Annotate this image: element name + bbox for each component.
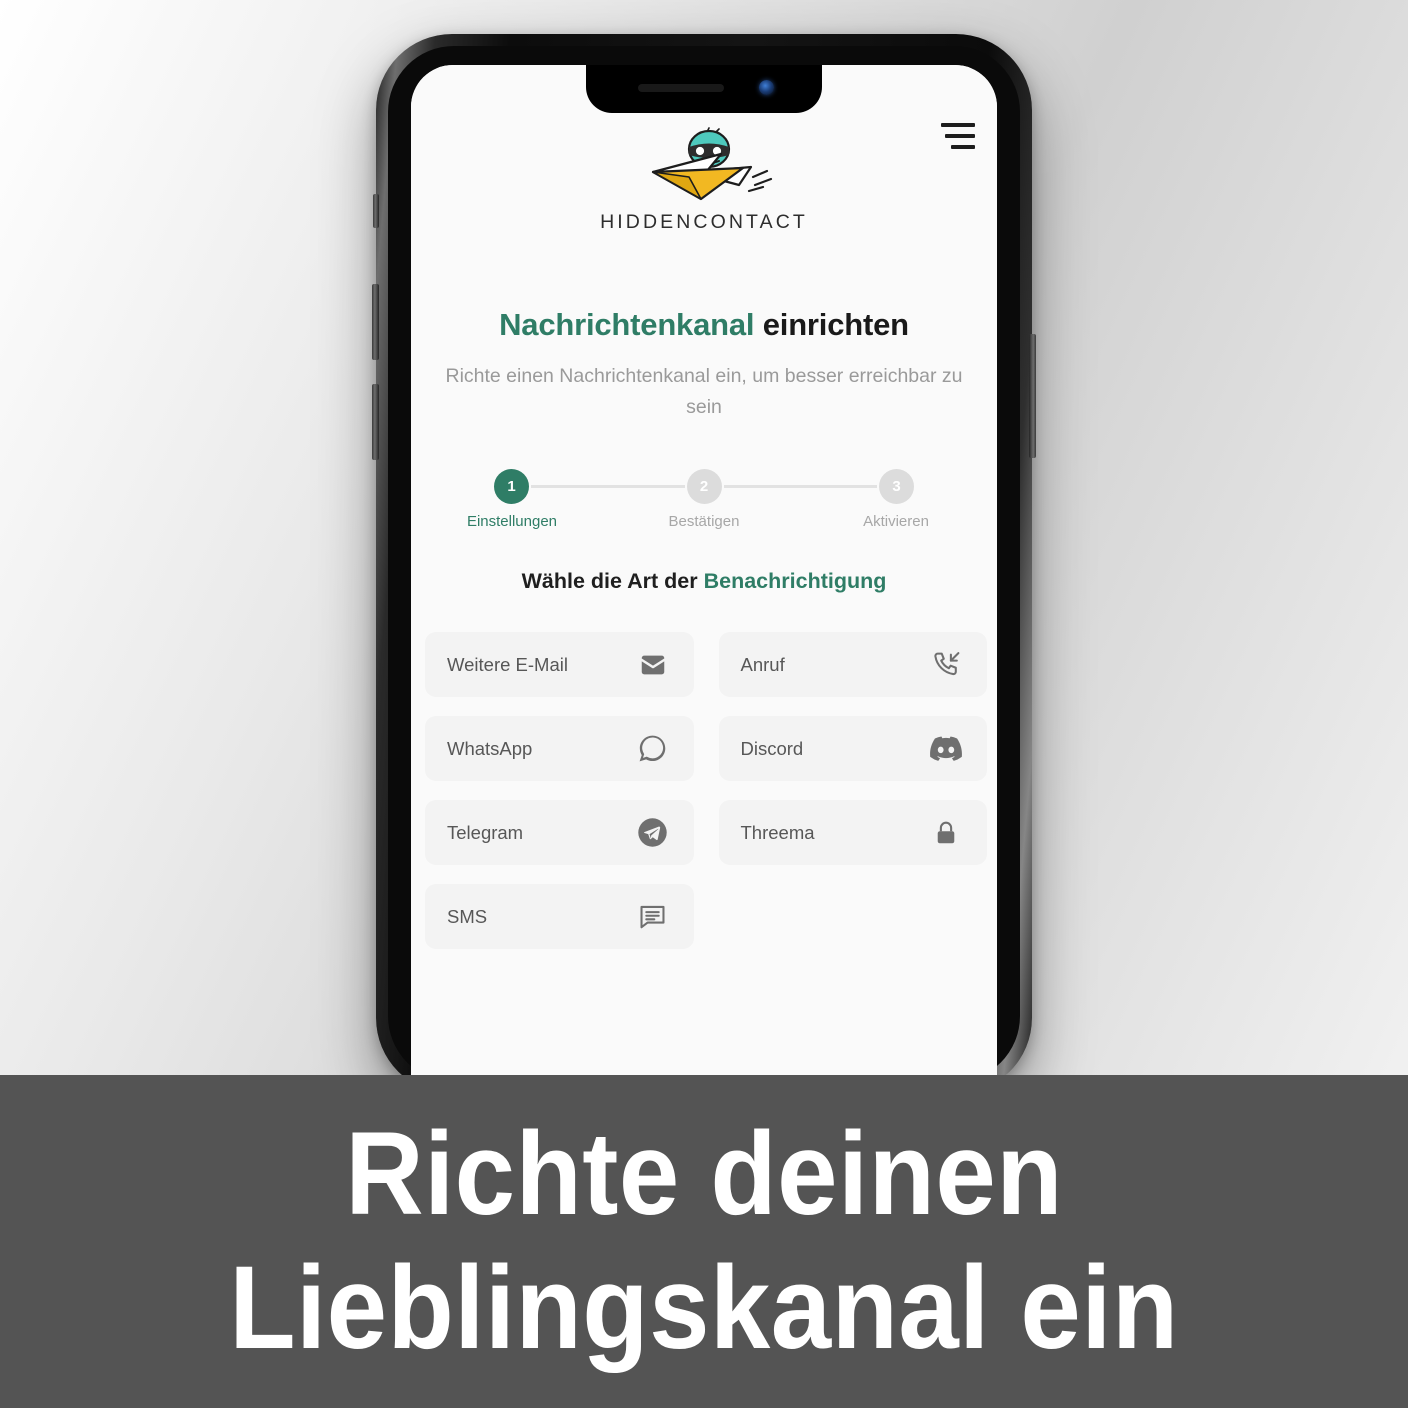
option-whatsapp[interactable]: WhatsApp [425,716,694,782]
page-title-accent: Nachrichtenkanal [499,307,755,342]
option-discord[interactable]: Discord [718,716,987,782]
stepper-track: 1 2 3 [494,469,914,505]
option-label: Telegram [447,821,524,843]
option-sms[interactable]: SMS [425,884,694,950]
brand-wordmark: HIDDENCONTACT [600,211,808,233]
stepper-connector-2 [723,485,877,489]
stepper-label-3: Aktivieren [863,513,929,531]
page-subtitle: Richte einen Nachrichtenkanal ein, um be… [445,364,963,418]
section-heading-prefix: Wähle die Art der [521,569,704,594]
section-heading: Wähle die Art der Benachrichtigung [425,569,983,594]
stepper-dot-1[interactable]: 1 [494,469,529,505]
hamburger-line-3 [951,145,975,149]
brand-logo[interactable]: HIDDENCONTACT [425,127,983,234]
ninja-paper-plane-logo-icon [651,127,773,201]
envelope-icon [634,646,672,684]
phone-mockup: HIDDENCONTACT Nachrichtenkanal einrichte… [372,34,1036,1094]
hamburger-menu-icon[interactable] [941,123,975,149]
stepper-label-1: Einstellungen [466,513,558,531]
stepper-dot-2[interactable]: 2 [686,469,722,505]
stepper-connector-1 [531,485,685,489]
stepper-dot-3[interactable]: 3 [879,469,914,505]
earpiece-speaker-icon [638,84,724,92]
option-threema[interactable]: Threema [718,800,987,866]
phone-mute-switch[interactable] [373,194,379,228]
phone-power-button[interactable] [1029,334,1036,458]
section-heading-accent: Benachrichtigung [703,569,887,594]
phone-notch [586,65,822,113]
screenshot-root: HIDDENCONTACT Nachrichtenkanal einrichte… [0,0,1408,1408]
option-telegram[interactable]: Telegram [425,800,694,866]
option-label: SMS [447,905,488,927]
front-camera-icon [759,80,774,95]
caption-line-2: Lieblingskanal ein [229,1241,1179,1374]
app-viewport: HIDDENCONTACT Nachrichtenkanal einrichte… [411,65,997,1094]
page-title: Nachrichtenkanal einrichten [425,306,983,345]
option-weitere-email[interactable]: Weitere E-Mail [425,632,694,698]
option-label: Weitere E-Mail [447,653,568,675]
whatsapp-icon [634,730,672,768]
page-title-rest: einrichten [754,307,909,342]
stepper-labels: Einstellungen Bestätigen Aktivieren [467,513,929,531]
option-anruf[interactable]: Anruf [718,632,987,698]
caption-line-1: Richte deinen [345,1108,1063,1241]
phone-screen: HIDDENCONTACT Nachrichtenkanal einrichte… [411,65,997,1094]
option-label: WhatsApp [447,737,533,759]
hamburger-line-2 [945,134,975,138]
phone-volume-up-button[interactable] [372,284,379,360]
incoming-call-icon [927,646,965,684]
phone-volume-down-button[interactable] [372,384,379,460]
notification-type-options: Weitere E-Mail Anruf WhatsApp Discord Te… [425,632,987,950]
chat-bubble-icon [634,898,672,936]
option-label: Threema [740,821,815,843]
caption-banner: Richte deinen Lieblingskanal ein [0,1075,1408,1408]
lock-icon [927,814,965,852]
discord-icon [927,730,965,768]
progress-stepper: 1 2 3 Einstellungen Bestätigen Aktiviere… [467,469,929,539]
telegram-icon [634,814,672,852]
stepper-label-2: Bestätigen [668,513,740,531]
option-label: Discord [740,737,804,759]
hamburger-line-1 [941,123,975,127]
option-label: Anruf [740,653,785,675]
